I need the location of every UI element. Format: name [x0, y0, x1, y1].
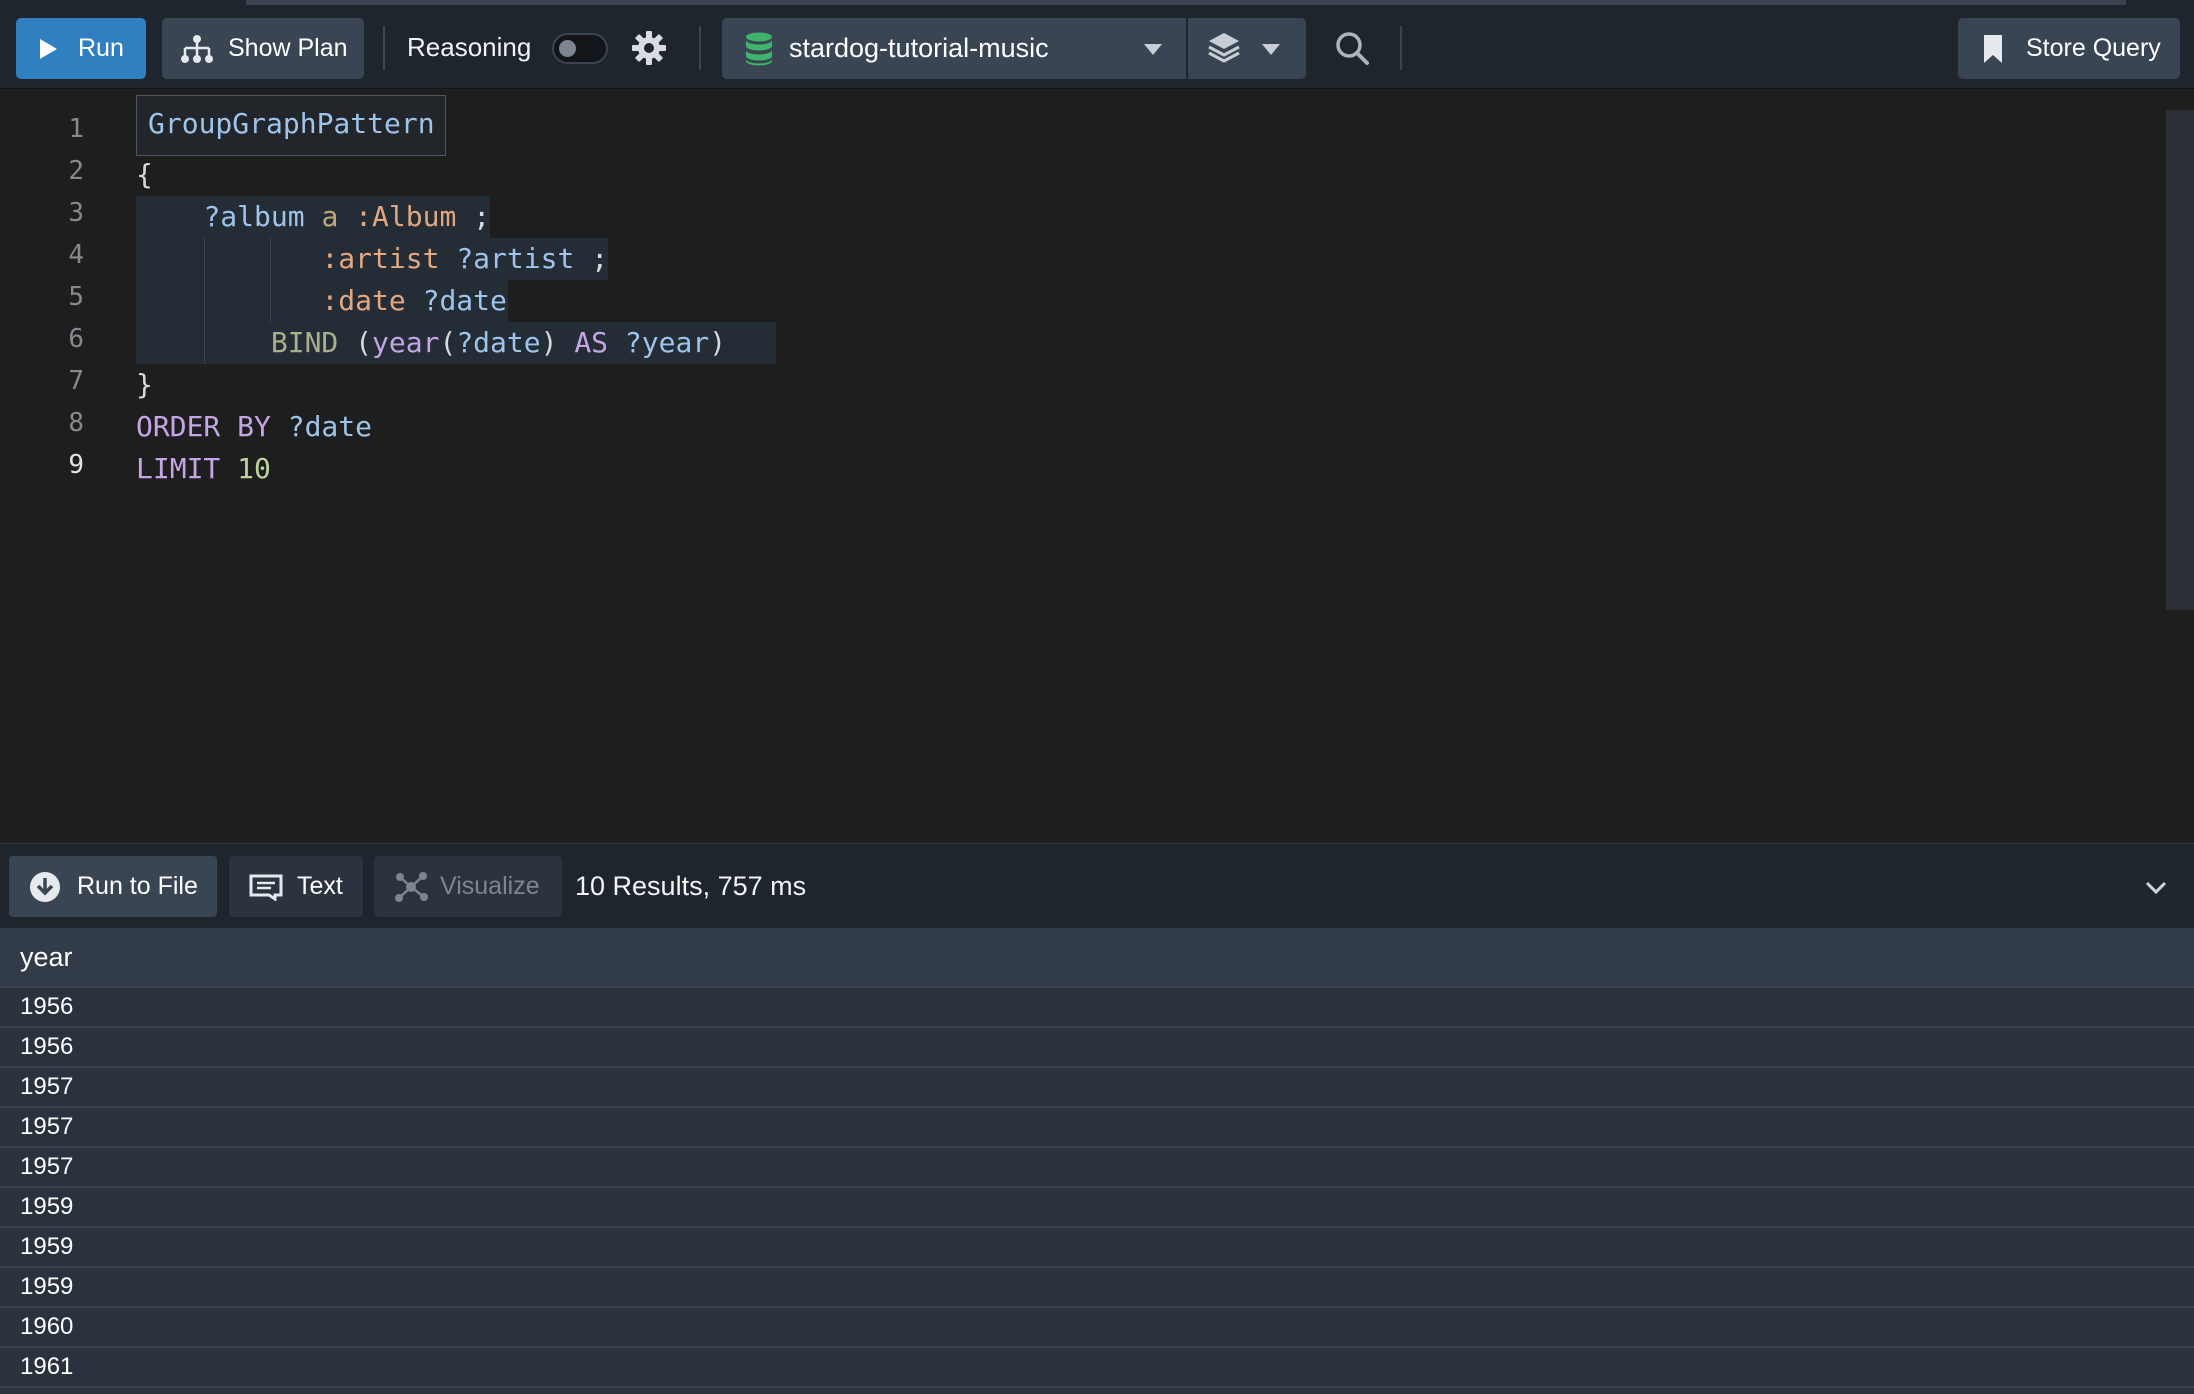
- chevron-down-icon[interactable]: [2143, 874, 2169, 900]
- line-number: 7: [68, 366, 84, 396]
- text-icon: [249, 874, 283, 901]
- visualize-icon: [395, 871, 428, 902]
- line-number: 5: [68, 282, 84, 312]
- table-row[interactable]: 1957: [0, 1148, 2194, 1188]
- run-button-label: Run: [78, 34, 124, 62]
- text-view-label: Text: [297, 872, 343, 900]
- bookmark-icon: [1984, 34, 2002, 63]
- code-line: :artist ?artist ;: [321, 242, 609, 275]
- table-row[interactable]: 1957: [0, 1068, 2194, 1108]
- code-line: ?album a :Album ;: [203, 200, 491, 233]
- database-icon: [746, 32, 772, 66]
- plan-icon: [181, 34, 213, 63]
- line-number: 3: [68, 198, 84, 228]
- table-cell: 1959: [20, 1273, 74, 1300]
- visualize-button[interactable]: Visualize: [374, 856, 562, 917]
- line-number: 6: [68, 324, 84, 354]
- code-line: ORDER BY ?date: [136, 410, 373, 443]
- toolbar-divider: [699, 26, 701, 70]
- table-cell: 1956: [20, 993, 74, 1020]
- table-cell: 1959: [20, 1193, 74, 1220]
- store-query-button-label: Store Query: [2026, 34, 2161, 62]
- table-cell: 1957: [20, 1073, 74, 1100]
- chevron-down-icon: [1262, 44, 1280, 55]
- table-cell: 1959: [20, 1233, 74, 1260]
- database-selector[interactable]: stardog-tutorial-music: [722, 18, 1186, 79]
- reasoning-toggle-knob: [559, 40, 576, 57]
- run-to-file-label: Run to File: [77, 872, 198, 900]
- table-row[interactable]: 1959: [0, 1268, 2194, 1308]
- table-cell: 1957: [20, 1153, 74, 1180]
- table-row[interactable]: 1959: [0, 1188, 2194, 1228]
- layers-selector[interactable]: [1188, 18, 1306, 79]
- store-query-button[interactable]: Store Query: [1958, 18, 2180, 79]
- table-cell: 1957: [20, 1113, 74, 1140]
- results-table: year 1956 1956 1957 1957 1957 1959 1959 …: [0, 928, 2194, 1394]
- query-toolbar: Run Show Plan Reasoning stardog-tutorial…: [0, 0, 2194, 89]
- reasoning-label: Reasoning: [407, 32, 532, 62]
- download-icon: [30, 871, 60, 902]
- tab-indicator-bar: [246, 0, 2126, 5]
- table-row[interactable]: 1957: [0, 1108, 2194, 1148]
- chevron-down-icon: [1144, 44, 1162, 55]
- code-line: :date ?date: [321, 284, 507, 317]
- results-summary: 10 Results, 757 ms: [575, 871, 807, 901]
- line-number: 2: [68, 156, 84, 186]
- line-number: 4: [68, 240, 84, 270]
- table-header: year: [0, 928, 2194, 988]
- reasoning-toggle[interactable]: [552, 33, 608, 64]
- show-plan-button-label: Show Plan: [228, 34, 348, 62]
- run-button[interactable]: Run: [16, 18, 146, 79]
- text-view-button[interactable]: Text: [229, 856, 363, 917]
- code-line: }: [136, 368, 153, 401]
- play-icon: [40, 38, 57, 59]
- table-row[interactable]: 1956: [0, 1028, 2194, 1068]
- show-plan-button[interactable]: Show Plan: [162, 18, 364, 79]
- table-row[interactable]: 1959: [0, 1228, 2194, 1268]
- line-number: 1: [68, 114, 84, 144]
- run-to-file-button[interactable]: Run to File: [9, 856, 217, 917]
- code-line: BIND (year(?date) AS ?year): [270, 326, 727, 359]
- query-editor[interactable]: 1 2 3 4 5 6 7 8 9 { ?album a :Album ; :a…: [0, 90, 2194, 842]
- table-cell: 1960: [20, 1313, 74, 1340]
- table-cell: 1961: [20, 1353, 74, 1380]
- line-number-active: 9: [68, 450, 84, 480]
- gear-icon[interactable]: [631, 30, 667, 66]
- table-row[interactable]: 1960: [0, 1308, 2194, 1348]
- editor-scrollbar[interactable]: [2166, 110, 2194, 610]
- toolbar-divider: [383, 26, 385, 70]
- line-number: 8: [68, 408, 84, 438]
- search-icon[interactable]: [1334, 30, 1370, 66]
- toolbar-divider: [1400, 26, 1402, 70]
- results-toolbar: Run to File Text Visualize 10 Results, 7…: [0, 843, 2194, 928]
- syntax-tooltip: GroupGraphPattern: [136, 95, 446, 156]
- table-row[interactable]: 1961: [0, 1348, 2194, 1388]
- syntax-tooltip-text: GroupGraphPattern: [148, 107, 435, 140]
- layers-icon: [1208, 33, 1240, 63]
- code-line: LIMIT 10: [136, 452, 271, 485]
- visualize-label: Visualize: [440, 872, 540, 900]
- database-name: stardog-tutorial-music: [789, 33, 1049, 63]
- code-line: {: [136, 158, 153, 191]
- table-cell: 1956: [20, 1033, 74, 1060]
- column-header-year: year: [20, 942, 73, 972]
- table-row[interactable]: 1956: [0, 988, 2194, 1028]
